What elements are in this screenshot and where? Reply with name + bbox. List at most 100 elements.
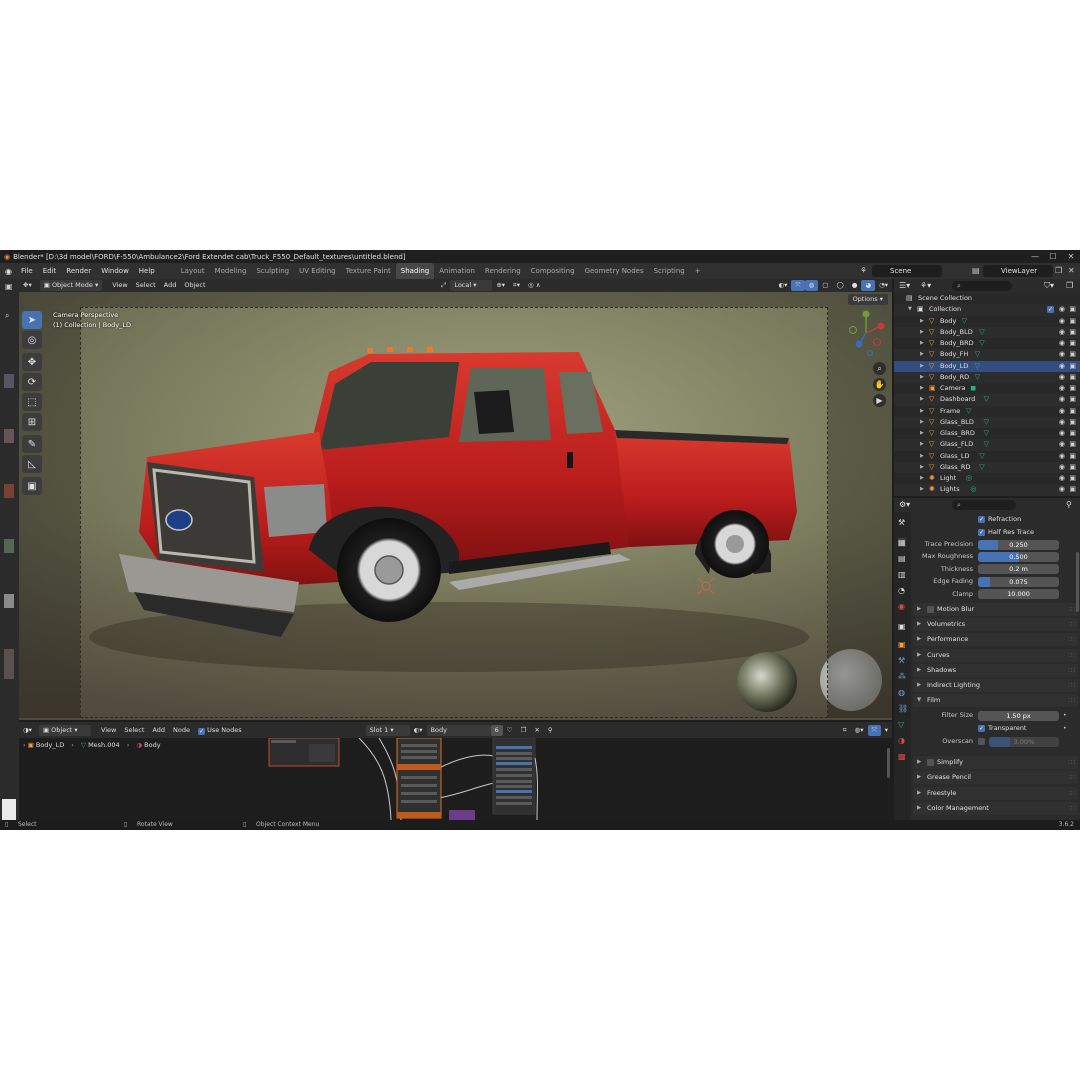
outliner-row[interactable]: ▶ ✺ Lights ◎ ◉ ▣: [894, 484, 1080, 496]
filter-size-slider[interactable]: 1.50 px: [978, 710, 1059, 721]
gizmo-icon[interactable]: ⤧: [791, 280, 805, 291]
camera-render-icon[interactable]: ▣: [1069, 383, 1076, 394]
navigation-gizmo[interactable]: [848, 310, 888, 356]
drag-handle-icon[interactable]: ∷∷: [1068, 787, 1075, 800]
xray-icon[interactable]: ▢: [818, 280, 832, 291]
material-users-count[interactable]: 6: [490, 724, 503, 736]
eye-icon[interactable]: ◉: [1059, 349, 1065, 360]
outliner-row[interactable]: ▶ ▽ Body_LD ▽ ◉ ▣: [894, 360, 1080, 372]
camera-render-icon[interactable]: ▣: [1069, 304, 1076, 315]
outliner-row[interactable]: ▶ ▽ Frame ▽ ◉ ▣: [894, 406, 1080, 417]
property-slider[interactable]: 0.075: [978, 576, 1059, 587]
overscan-checkbox[interactable]: [978, 738, 985, 746]
panel-performance[interactable]: ▶ Performance ∷∷: [913, 633, 1078, 647]
outliner-row[interactable]: ▶ ▽ Glass_RD ▽ ◉ ▣: [894, 461, 1080, 473]
blender-menu-icon[interactable]: ◉: [0, 267, 16, 276]
menu-help[interactable]: Help: [134, 267, 160, 275]
expand-arrow-icon[interactable]: ▶: [920, 439, 924, 450]
transform-tool[interactable]: ⊞: [22, 413, 42, 431]
thumbnail[interactable]: [4, 484, 14, 498]
use-nodes-toggle[interactable]: ✓ Use Nodes: [194, 725, 246, 736]
thumbnail[interactable]: [4, 594, 14, 608]
collection-tab-icon[interactable]: ▣: [898, 622, 906, 631]
filter-icon[interactable]: ⛉▾: [1044, 281, 1054, 291]
panel-volumetrics[interactable]: ▶ Volumetrics ∷∷: [913, 618, 1078, 632]
camera-render-icon[interactable]: ▣: [1069, 338, 1076, 349]
add-cube-tool[interactable]: ▣: [22, 477, 42, 495]
particles-tab-icon[interactable]: ⁂: [898, 672, 906, 681]
menu-view[interactable]: View: [108, 280, 131, 291]
properties-search-input[interactable]: ⌕: [952, 500, 1016, 510]
outliner-scene-collection[interactable]: ▤ Scene Collection: [894, 293, 1080, 304]
transparent-toggle[interactable]: ✓ Transparent •: [911, 723, 1080, 734]
expand-arrow-icon[interactable]: ▶: [920, 417, 924, 428]
eye-icon[interactable]: ◉: [1059, 451, 1065, 462]
view-layer-tab-icon[interactable]: ▥: [898, 570, 906, 579]
eye-icon[interactable]: ◉: [1059, 361, 1065, 372]
collection-exclude-checkbox[interactable]: ✓: [1047, 306, 1054, 314]
drag-handle-icon[interactable]: ∷∷: [1068, 679, 1075, 692]
camera-render-icon[interactable]: ▣: [1069, 473, 1076, 484]
expand-arrow-icon[interactable]: ▶: [920, 361, 924, 372]
annotate-tool[interactable]: ✎: [22, 435, 42, 453]
world-tab-icon[interactable]: ◉: [898, 602, 905, 611]
overlay-icon[interactable]: ◍▾: [851, 725, 868, 736]
drag-handle-icon[interactable]: ∷∷: [1068, 633, 1075, 646]
move-tool[interactable]: ✥: [22, 353, 42, 371]
remove-view-layer-icon[interactable]: ✕: [1068, 266, 1075, 275]
shader-type-selector[interactable]: ▣ Object ▾: [38, 724, 91, 736]
fake-user-icon[interactable]: ♡: [503, 725, 517, 736]
menu-add[interactable]: Add: [148, 725, 169, 736]
render-tab-icon[interactable]: ▦: [898, 538, 906, 547]
half-res-trace-toggle[interactable]: ✓ Half Res Trace: [911, 527, 1080, 538]
overlay-icon[interactable]: ◍: [804, 280, 819, 291]
camera-render-icon[interactable]: ▣: [1069, 428, 1076, 439]
thumbnail[interactable]: [4, 649, 14, 679]
rendered-shading-icon[interactable]: ◔▾: [875, 280, 892, 291]
material-slot-selector[interactable]: Slot 1 ▾: [365, 724, 410, 736]
constraints-tab-icon[interactable]: ⛓: [898, 704, 908, 713]
eye-icon[interactable]: ◉: [1059, 484, 1065, 495]
minimize-button[interactable]: —: [1026, 250, 1044, 263]
wireframe-shading-icon[interactable]: ◯: [832, 280, 847, 291]
scale-tool[interactable]: ⬚: [22, 393, 42, 411]
panel-freestyle[interactable]: ▶ Freestyle ∷∷: [913, 786, 1078, 800]
3d-viewport[interactable]: Camera Perspective Camera Perspective (1…: [19, 292, 892, 720]
editor-type-icon[interactable]: ✥▾: [19, 280, 36, 291]
search-icon[interactable]: ⌕: [5, 311, 9, 321]
refraction-toggle[interactable]: ✓ Refraction: [911, 514, 1080, 525]
modifier-tab-icon[interactable]: ⚒: [898, 656, 905, 665]
pan-icon[interactable]: ✋: [873, 378, 886, 391]
pin-icon[interactable]: ⚲: [544, 725, 557, 736]
folder-icon[interactable]: ▣: [5, 282, 13, 291]
drag-handle-icon[interactable]: ∷∷: [1068, 694, 1075, 707]
tab-shading[interactable]: Shading: [395, 263, 435, 279]
eye-icon[interactable]: ◉: [1059, 439, 1065, 450]
thumbnail[interactable]: [4, 539, 14, 553]
panel-simplify[interactable]: ▶ Simplify ∷∷: [913, 756, 1078, 770]
eye-icon[interactable]: ◉: [1059, 406, 1065, 417]
data-tab-icon[interactable]: ▽: [898, 720, 904, 729]
eye-icon[interactable]: ◉: [1059, 394, 1065, 405]
node-graph[interactable]: [19, 738, 892, 820]
object-tab-icon[interactable]: ▣: [898, 640, 906, 649]
overscan-slider[interactable]: 3.00%: [989, 736, 1059, 747]
menu-window[interactable]: Window: [96, 267, 134, 275]
tab-layout[interactable]: Layout: [176, 263, 210, 279]
expand-arrow-icon[interactable]: ▶: [920, 473, 924, 484]
panel-curves[interactable]: ▶ Curves ∷∷: [913, 648, 1078, 662]
eye-icon[interactable]: ◉: [1059, 428, 1065, 439]
drag-handle-icon[interactable]: ∷∷: [1068, 771, 1075, 784]
menu-object[interactable]: Object: [180, 280, 209, 291]
camera-render-icon[interactable]: ▣: [1069, 316, 1076, 327]
menu-add[interactable]: Add: [160, 280, 181, 291]
eye-icon[interactable]: ◉: [1059, 327, 1065, 338]
property-slider[interactable]: 10.000: [978, 589, 1059, 600]
drag-handle-icon[interactable]: ∷∷: [1068, 802, 1075, 815]
outliner-collection[interactable]: ▼ ▣ Collection ✓ ◉ ▣: [894, 304, 1080, 316]
editor-type-icon[interactable]: ☰▾: [899, 281, 910, 290]
panel-color-management[interactable]: ▶ Color Management ∷∷: [913, 801, 1078, 815]
view-layer-selector[interactable]: ViewLayer: [983, 265, 1053, 277]
eye-icon[interactable]: ◉: [1059, 372, 1065, 383]
menu-select[interactable]: Select: [132, 280, 160, 291]
